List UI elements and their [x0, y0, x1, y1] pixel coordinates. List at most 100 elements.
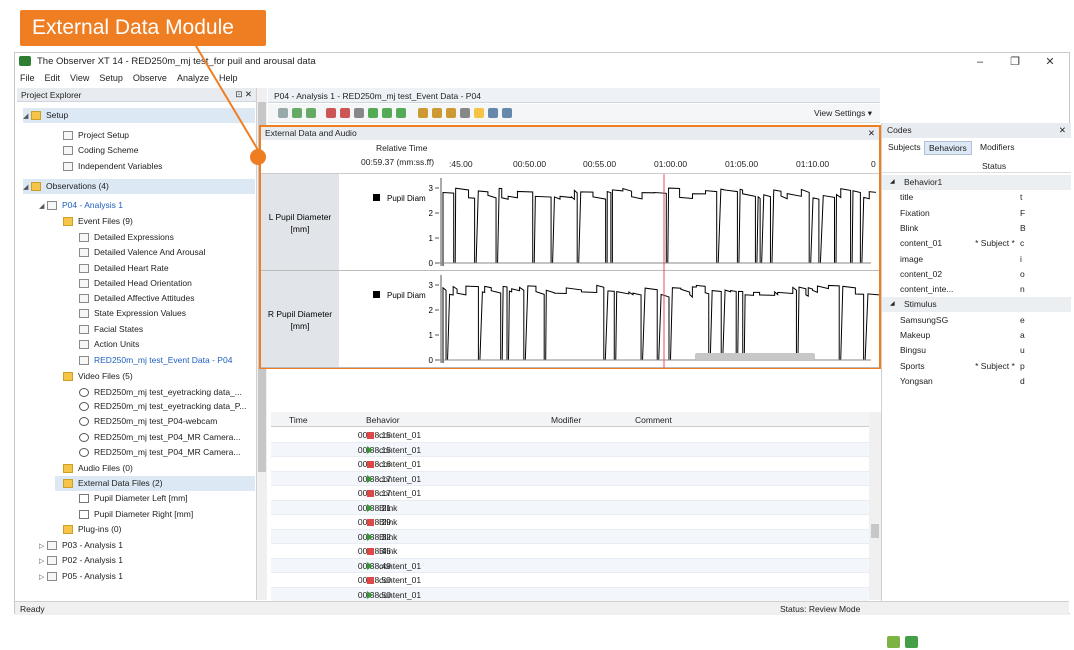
expand-icon[interactable]: ◢ — [23, 180, 31, 195]
code-row[interactable]: Makeup a — [882, 328, 1071, 343]
toolbar-button[interactable] — [306, 108, 316, 118]
code-row[interactable]: content_01 * Subject * c — [882, 236, 1071, 251]
toolbar-button[interactable] — [396, 108, 406, 118]
codes-tab-modifiers[interactable]: Modifiers — [976, 141, 1018, 153]
toolbar-button[interactable] — [292, 108, 302, 118]
view-settings-button[interactable]: View Settings ▾ — [814, 108, 872, 119]
pin-icon[interactable]: ⊡ ✕ — [235, 89, 252, 100]
event-row[interactable]: 00:38.17 content_01 — [271, 486, 869, 501]
code-row[interactable]: Yongsan d — [882, 374, 1071, 389]
menu-edit[interactable]: Edit — [40, 71, 66, 85]
close-codes-icon[interactable]: ✕ — [1059, 125, 1066, 136]
expand-icon[interactable]: ◢ — [39, 199, 47, 214]
menu-file[interactable]: File — [15, 71, 40, 85]
toolbar-button[interactable] — [474, 108, 484, 118]
close-button[interactable]: ✕ — [1035, 53, 1065, 71]
toolbar-button[interactable] — [278, 108, 288, 118]
tree-item[interactable]: Pupil Diameter Right [mm] — [71, 507, 255, 522]
tree-item[interactable]: ▷ P03 - Analysis 1 — [39, 538, 255, 553]
tree-item[interactable]: Coding Scheme — [55, 143, 255, 158]
event-scrollbar[interactable] — [869, 412, 881, 600]
code-group[interactable]: Behavior1 ◢ — [882, 175, 1071, 190]
code-row[interactable]: Fixation F — [882, 206, 1071, 221]
tree-item[interactable]: External Data Files (2) — [55, 476, 255, 491]
codes-tab-subjects[interactable]: Subjects — [884, 141, 925, 153]
tree-item[interactable]: Event Files (9) — [55, 214, 255, 229]
code-row[interactable]: Bingsu u — [882, 343, 1071, 358]
menu-view[interactable]: View — [65, 71, 94, 85]
menu-analyze[interactable]: Analyze — [172, 71, 214, 85]
code-row[interactable]: Sports * Subject * p — [882, 359, 1071, 374]
event-row[interactable]: 00:38.50 content_01 — [271, 573, 869, 588]
minimize-button[interactable]: – — [965, 53, 995, 71]
event-column-header[interactable]: Modifier — [551, 415, 581, 425]
event-row[interactable]: 00:38.50 content_01 — [271, 587, 869, 602]
toolbar-button[interactable] — [354, 108, 364, 118]
tree-item[interactable]: Independent Variables — [55, 159, 255, 174]
tree-item[interactable]: Action Units — [71, 337, 255, 352]
toolbar-button[interactable] — [446, 108, 456, 118]
event-column-header[interactable]: Behavior — [366, 415, 400, 425]
tree-item[interactable]: RED250m_mj test_P04_MR Camera... — [71, 445, 255, 460]
event-column-header[interactable]: Comment — [635, 415, 672, 425]
close-panel-icon[interactable]: ✕ — [868, 128, 875, 139]
plot-hscroll-thumb[interactable] — [695, 353, 815, 360]
event-row[interactable]: 00:38.21 Blink — [271, 500, 869, 515]
tree-item[interactable]: Pupil Diameter Left [mm] — [71, 491, 255, 506]
event-row[interactable]: 00:38.17 content_01 — [271, 471, 869, 486]
toolbar-button[interactable] — [418, 108, 428, 118]
toolbar-button[interactable] — [432, 108, 442, 118]
event-row[interactable]: 00:38.15 content_01 — [271, 442, 869, 457]
event-column-header[interactable]: Time — [289, 415, 308, 425]
tree-item[interactable]: Detailed Head Orientation — [71, 276, 255, 291]
expand-icon[interactable]: ▷ — [39, 539, 47, 554]
code-row[interactable]: image i — [882, 252, 1071, 267]
event-row[interactable]: 00:38.45 Blink — [271, 544, 869, 559]
code-row[interactable]: SamsungSG e — [882, 313, 1071, 328]
event-row[interactable]: 00:38.32 Blink — [271, 529, 869, 544]
code-row[interactable]: Blink B — [882, 221, 1071, 236]
collapse-icon[interactable]: ◢ — [890, 297, 895, 312]
toolbar-button[interactable] — [382, 108, 392, 118]
tree-item[interactable]: Detailed Heart Rate — [71, 261, 255, 276]
menu-setup[interactable]: Setup — [94, 71, 128, 85]
tree-item[interactable]: ▷ P05 - Analysis 1 — [39, 569, 255, 584]
tree-item[interactable]: RED250m_mj test_P04_MR Camera... — [71, 430, 255, 445]
document-tab[interactable]: P04 - Analysis 1 - RED250m_mj test_Event… — [268, 88, 880, 103]
expand-icon[interactable]: ▷ — [39, 554, 47, 569]
tree-item[interactable]: ◢ Observations (4) — [23, 179, 255, 194]
tree-item[interactable]: RED250m_mj test_eyetracking data_... — [71, 385, 255, 400]
menu-observe[interactable]: Observe — [128, 71, 172, 85]
menu-help[interactable]: Help — [214, 71, 243, 85]
tree-item[interactable]: ◢ P04 - Analysis 1 — [39, 198, 255, 213]
tree-item[interactable]: Detailed Valence And Arousal — [71, 245, 255, 260]
expand-icon[interactable]: ◢ — [23, 109, 31, 124]
tree-item[interactable]: Audio Files (0) — [55, 461, 255, 476]
collapse-icon[interactable]: ◢ — [890, 175, 895, 190]
add-code-icon[interactable] — [887, 636, 900, 648]
toolbar-button[interactable] — [340, 108, 350, 118]
pupil-plots[interactable]: L Pupil Diameter[mm]Pupil Diam3210R Pupi… — [261, 174, 879, 368]
tree-item[interactable]: Plug-ins (0) — [55, 522, 255, 537]
tree-item[interactable]: State Expression Values — [71, 306, 255, 321]
event-row[interactable]: 00:38.15 content_01 — [271, 428, 869, 443]
code-group[interactable]: Stimulus ◢ — [882, 297, 1071, 313]
tree-item[interactable]: ▷ P02 - Analysis 1 — [39, 553, 255, 568]
tree-item[interactable]: RED250m_mj test_P04-webcam — [71, 414, 255, 429]
codes-tab-behaviors[interactable]: Behaviors — [924, 141, 972, 155]
event-scroll-thumb[interactable] — [871, 524, 879, 538]
toolbar-button[interactable] — [326, 108, 336, 118]
code-row[interactable]: content_inte... n — [882, 282, 1071, 297]
toolbar-button[interactable] — [502, 108, 512, 118]
toolbar-button[interactable] — [488, 108, 498, 118]
event-row[interactable]: 00:38.16 content_01 — [271, 457, 869, 472]
maximize-button[interactable]: ❐ — [1000, 53, 1030, 71]
toolbar-button[interactable] — [460, 108, 470, 118]
tree-item[interactable]: Detailed Expressions — [71, 230, 255, 245]
toolbar-button[interactable] — [368, 108, 378, 118]
tree-item[interactable]: Video Files (5) — [55, 369, 255, 384]
tree-item[interactable]: Project Setup — [55, 128, 255, 143]
event-row[interactable]: 00:38.49 content_01 — [271, 558, 869, 573]
tree-item[interactable]: RED250m_mj test_Event Data - P04 — [71, 353, 255, 368]
add-group-icon[interactable] — [905, 636, 918, 648]
